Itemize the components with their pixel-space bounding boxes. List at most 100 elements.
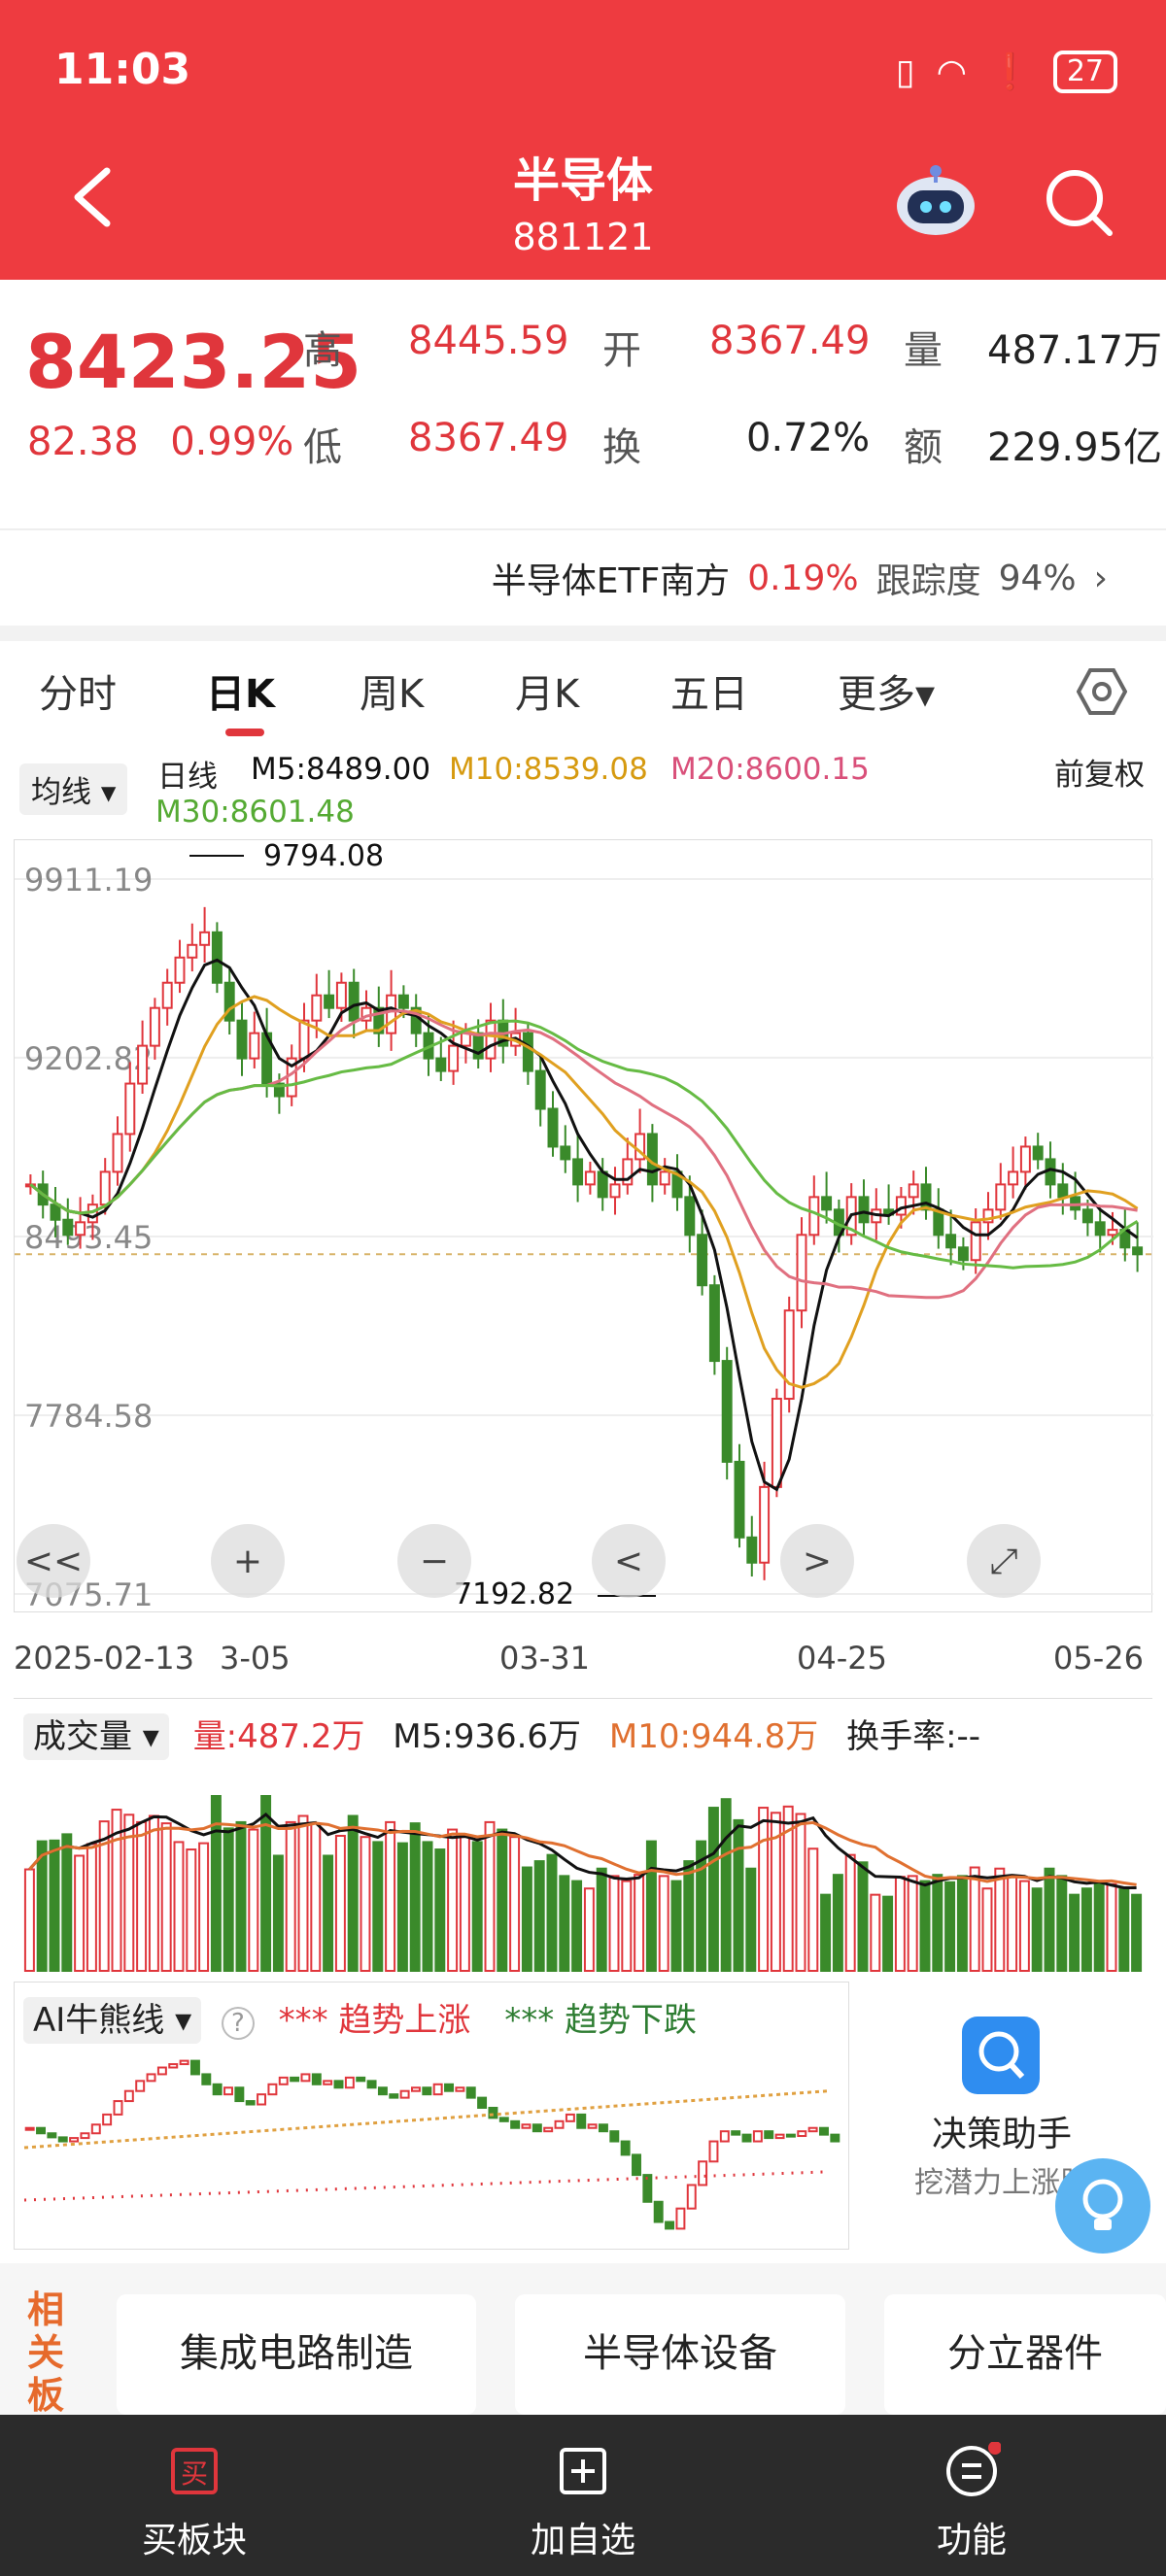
buy-sector-button[interactable]: 买 买板块 (49, 2415, 340, 2576)
ai-candle (432, 2083, 443, 2096)
ai-candle (179, 2059, 189, 2066)
turnover-label: 换 (602, 425, 641, 470)
tab-intraday[interactable]: 分时 (39, 662, 117, 719)
chart-control-button[interactable]: + (211, 1524, 285, 1598)
tab-daily[interactable]: 日K (206, 662, 275, 719)
candle-body (858, 1196, 870, 1224)
candle-body (1032, 1145, 1044, 1161)
function-label: 功能 (936, 2521, 1007, 2560)
ai-candle (819, 2126, 829, 2136)
volume-bar (186, 1848, 197, 1973)
chart-control-button[interactable]: ⤢ (967, 1524, 1041, 1598)
ai-candle (102, 2113, 113, 2126)
ma-selector[interactable]: 均线 ▾ (19, 763, 128, 815)
helper-title: 决策助手 (931, 2115, 1072, 2154)
volume-bar (583, 1887, 595, 1973)
help-icon[interactable]: ? (221, 2007, 255, 2040)
volume-bar (136, 1820, 148, 1972)
volume-bar (807, 1847, 819, 1972)
volume-bar (621, 1880, 633, 1972)
ai-candle (422, 2086, 432, 2096)
related-label: 相关板 (27, 2288, 65, 2417)
ai-candle (300, 2073, 311, 2083)
etf-pct: 0.19% (747, 558, 859, 598)
tab-weekly[interactable]: 周K (360, 662, 424, 719)
volume-bar (61, 1833, 73, 1972)
candle-body (335, 981, 347, 1009)
candle-body (236, 1019, 248, 1060)
adjust-mode[interactable]: 前复权 (1054, 750, 1145, 794)
alert-icon: ❗ (987, 52, 1032, 92)
ai-candle (356, 2076, 366, 2083)
chart-control-button[interactable]: << (17, 1524, 90, 1598)
volume-bar (285, 1820, 296, 1972)
candle-body (547, 1107, 559, 1148)
related-item[interactable]: 半导体设备 (515, 2294, 845, 2415)
volume-bar (198, 1842, 210, 1972)
ai-candle (377, 2086, 388, 2096)
candle-body (560, 1145, 571, 1161)
volume-bar (844, 1853, 856, 1973)
chart-control-button[interactable]: < (592, 1524, 666, 1598)
ai-candle (156, 2066, 167, 2076)
chevron-right-icon: › (1093, 558, 1108, 598)
volume-bar (323, 1854, 334, 1973)
kline-chart-area[interactable]: 9911.19 9202.82 8493.45 7784.58 7075.71 9794.… (14, 839, 1153, 1613)
candle-body (311, 994, 323, 1022)
ai-candle (543, 2126, 554, 2133)
volume-bar (1018, 1880, 1030, 1972)
candle-body (137, 1044, 149, 1085)
candle-body (1019, 1145, 1031, 1173)
svg-text:买: 买 (181, 2457, 208, 2490)
robot-assistant-icon[interactable] (894, 163, 977, 237)
candle-body (386, 994, 397, 1034)
volume-bar (894, 1876, 906, 1973)
vol-label: 量 (904, 328, 943, 373)
max-marker-label: 9794.08 (263, 840, 384, 873)
ai-candle (632, 2153, 641, 2177)
volume-legend: 成交量 ▾ 量:487.2万 M5:936.6万 M10:944.8万 换手率:… (23, 1710, 981, 1760)
ai-candle (323, 2080, 333, 2085)
period-tabs: 分时 日K 周K 月K 五日 更多▾ (0, 641, 1166, 738)
tab-more[interactable]: 更多▾ (838, 662, 935, 719)
ai-selector[interactable]: AI牛熊线 ▾ (23, 1997, 202, 2044)
ai-candle (609, 2130, 620, 2143)
candle-body (908, 1183, 919, 1199)
low-value: 8367.49 (408, 416, 569, 460)
ai-candle (57, 2136, 68, 2143)
ai-candle (234, 2086, 245, 2103)
related-item[interactable]: 分立器件 (884, 2294, 1166, 2415)
control-icon: − (420, 1542, 449, 1581)
turnover-rate: 换手率:-- (846, 1717, 981, 1756)
tab-five-day[interactable]: 五日 (670, 662, 748, 719)
tab-monthly[interactable]: 月K (515, 662, 579, 719)
status-icons: ▯ ◠ ❗ 27 (896, 51, 1117, 93)
x-label-4: 04-25 (797, 1640, 887, 1677)
volume-bar (334, 1834, 346, 1972)
settings-icon[interactable] (1077, 666, 1127, 717)
volume-bar (608, 1875, 620, 1972)
ai-candle (719, 2130, 730, 2143)
function-button[interactable]: 功能 (826, 2415, 1117, 2576)
chart-control-button[interactable]: > (780, 1524, 854, 1598)
volume-m5: M5:936.6万 (393, 1717, 582, 1756)
search-icon[interactable] (1042, 165, 1115, 239)
app-header: 11:03 ▯ ◠ ❗ 27 半导体 881121 (0, 0, 1166, 280)
volume-bar (459, 1836, 470, 1972)
ai-candle (665, 2220, 675, 2230)
candle-body (796, 1234, 807, 1312)
lightbulb-icon[interactable] (1055, 2158, 1150, 2254)
volume-bar (707, 1807, 719, 1972)
volume-bar (870, 1893, 881, 1972)
track-label: 跟踪度 (875, 561, 981, 601)
related-item[interactable]: 集成电路制造 (117, 2294, 476, 2415)
volume-selector[interactable]: 成交量 ▾ (23, 1713, 169, 1760)
add-watchlist-button[interactable]: 加自选 (437, 2415, 729, 2576)
volume-bar (260, 1795, 272, 1972)
candle-body (99, 1170, 111, 1206)
candle-body (161, 981, 173, 1009)
chart-control-button[interactable]: − (397, 1524, 471, 1598)
etf-row[interactable]: 半导体ETF南方 0.19% 跟踪度 94% › (0, 528, 1166, 626)
candle-body (534, 1069, 546, 1110)
volume-bar (1069, 1893, 1080, 1972)
